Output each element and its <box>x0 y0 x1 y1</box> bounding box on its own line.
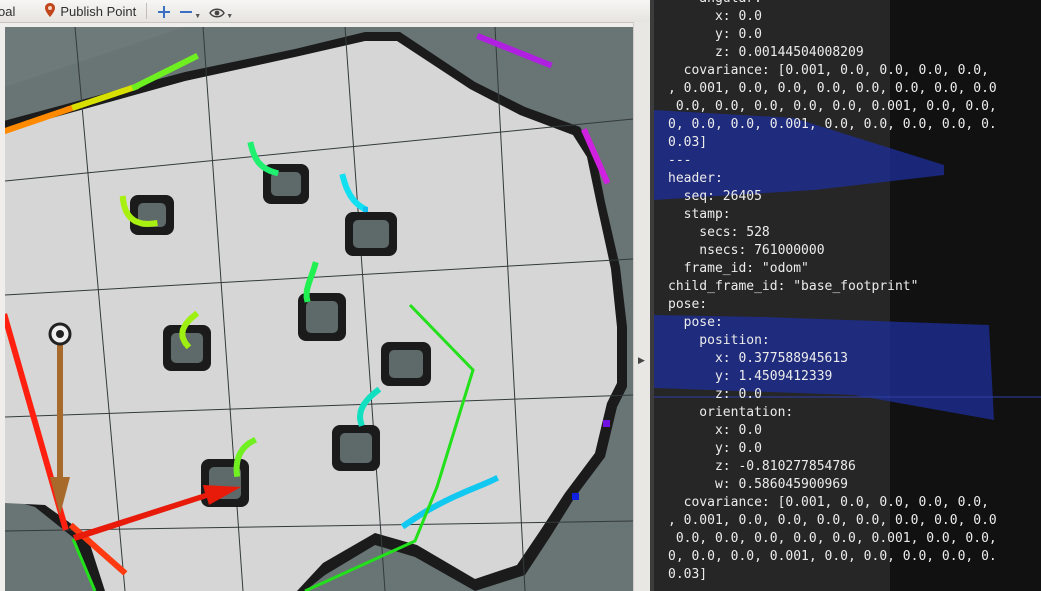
panel-splitter[interactable]: ▶ <box>633 22 650 591</box>
scan-point <box>363 207 368 212</box>
eye-icon <box>209 7 226 22</box>
terminal-line: x: 0.0 <box>668 423 762 438</box>
terminal-line: , 0.001, 0.0, 0.0, 0.0, 0.0, 0.0, 0.0, 0… <box>668 81 997 96</box>
terminal-line: 0.0, 0.0, 0.0, 0.0, 0.0, 0.001, 0.0, 0.0… <box>668 99 997 114</box>
collapse-arrow-icon[interactable]: ▶ <box>638 355 645 366</box>
terminal-line: seq: 26405 <box>668 189 762 204</box>
publish-point-tool-button[interactable]: Publish Point <box>41 0 140 22</box>
toolbar-separator <box>146 3 148 19</box>
zoom-in-icon <box>157 5 171 22</box>
terminal-line: orientation: <box>668 405 794 420</box>
terminal-line: w: 0.586045900969 <box>668 477 849 492</box>
terminal-line: , 0.001, 0.0, 0.0, 0.0, 0.0, 0.0, 0.0, 0… <box>668 513 997 528</box>
chevron-down-icon: ▼ <box>226 13 234 20</box>
terminal-line: z: 0.0 <box>668 387 762 402</box>
terminal-line: stamp: <box>668 207 731 222</box>
goal-tool-button[interactable]: oal <box>0 0 19 22</box>
view-options-button[interactable]: ▼ <box>209 0 233 22</box>
terminal-line: frame_id: "odom" <box>668 261 809 276</box>
terminal-line: angular: <box>668 0 997 8</box>
rviz-3d-viewport[interactable] <box>5 27 633 591</box>
terminal-line: 0, 0.0, 0.0, 0.001, 0.0, 0.0, 0.0, 0.0, … <box>668 117 997 132</box>
map-scene <box>5 27 633 591</box>
terminal-line: z: -0.810277854786 <box>668 459 856 474</box>
goal-tool-label: oal <box>0 3 16 19</box>
terminal-line: pose: <box>668 297 708 312</box>
terminal-line: covariance: [0.001, 0.0, 0.0, 0.0, 0.0, <box>668 495 989 510</box>
add-tool-button[interactable] <box>157 0 171 22</box>
obstacle <box>345 212 397 256</box>
terminal-line: x: 0.377588945613 <box>668 351 849 366</box>
terminal-line: nsecs: 761000000 <box>668 243 825 258</box>
terminal-line: y: 1.4509412339 <box>668 369 833 384</box>
rviz-window: oal Publish Point ▼ ▼ ▶ <box>0 0 650 591</box>
terminal-line: header: <box>668 171 723 186</box>
robot-icon-center <box>56 330 64 338</box>
terminal-output: angular: x: 0.0 y: 0.0 z: 0.001445040082… <box>668 0 997 584</box>
remove-tool-button[interactable]: ▼ <box>179 0 201 22</box>
terminal-line: y: 0.0 <box>668 27 762 42</box>
terminal-line: covariance: [0.001, 0.0, 0.0, 0.0, 0.0, <box>668 63 989 78</box>
terminal-line: position: <box>668 333 770 348</box>
terminal-line: secs: 528 <box>668 225 770 240</box>
scan-point <box>572 493 579 500</box>
terminal-line: 0.03] <box>668 567 708 582</box>
publish-point-label: Publish Point <box>60 3 137 19</box>
rviz-toolbar: oal Publish Point ▼ ▼ <box>0 0 650 23</box>
terminal-line: x: 0.0 <box>668 9 762 24</box>
terminal-line: 0, 0.0, 0.0, 0.001, 0.0, 0.0, 0.0, 0.0, … <box>668 549 997 564</box>
obstacle <box>332 425 380 471</box>
obstacle <box>381 342 431 386</box>
terminal-line: --- <box>668 153 692 168</box>
obstacle <box>130 195 174 235</box>
terminal-line: y: 0.0 <box>668 441 762 456</box>
terminal-window[interactable]: angular: x: 0.0 y: 0.0 z: 0.001445040082… <box>654 0 1041 591</box>
terminal-line: 0.03] <box>668 135 708 150</box>
terminal-line: child_frame_id: "base_footprint" <box>668 279 919 294</box>
terminal-line: z: 0.00144504008209 <box>668 45 864 60</box>
scan-point <box>603 420 610 427</box>
terminal-line: pose: <box>668 315 723 330</box>
terminal-line: 0.0, 0.0, 0.0, 0.0, 0.0, 0.001, 0.0, 0.0… <box>668 531 997 546</box>
map-pin-icon <box>45 2 56 20</box>
chevron-down-icon: ▼ <box>194 13 202 20</box>
zoom-out-icon <box>179 5 193 22</box>
pose-arrow-shaft <box>57 345 63 479</box>
